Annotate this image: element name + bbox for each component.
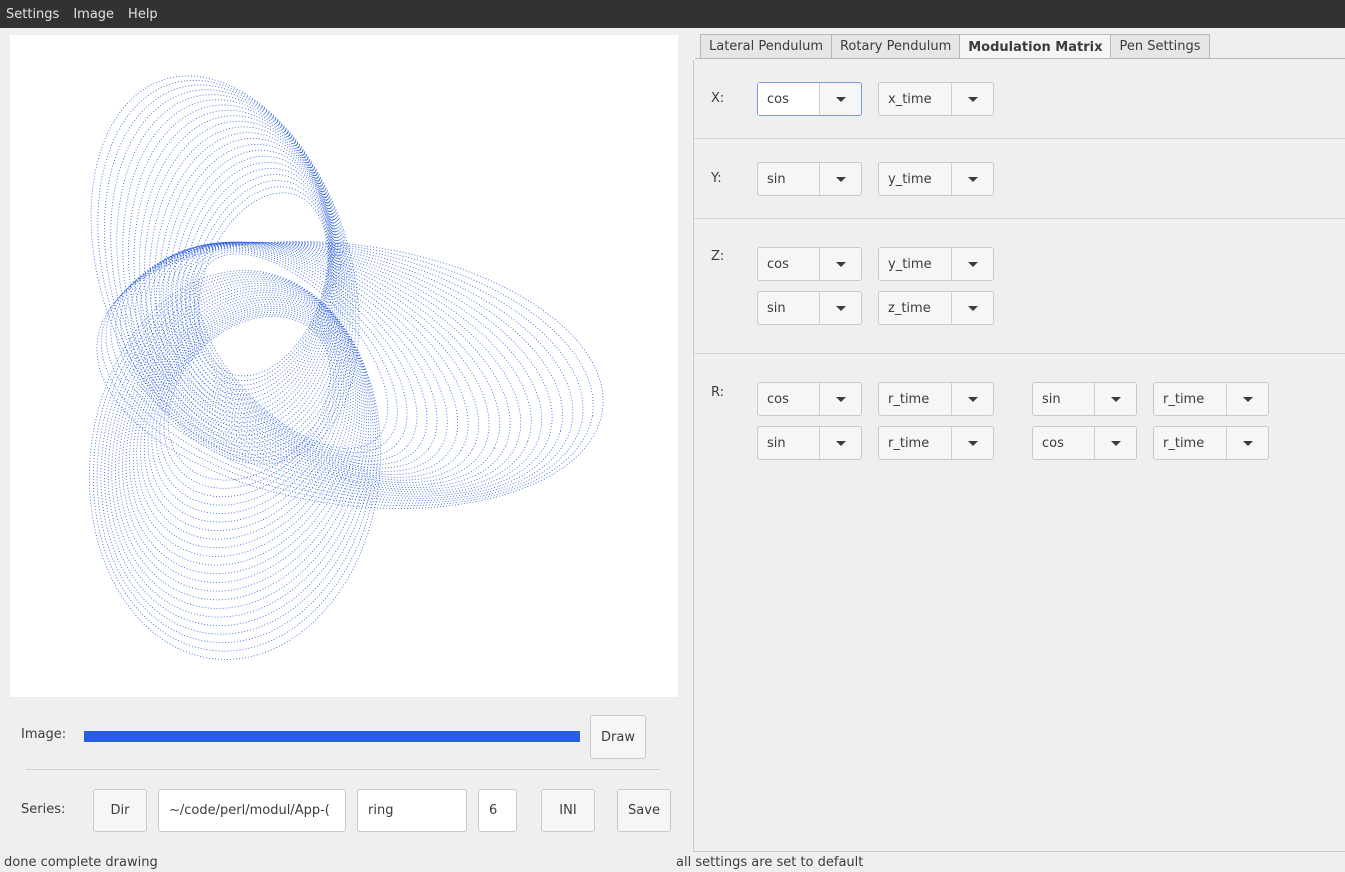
z-variable-value-2: z_time [879, 292, 952, 324]
r-function-value-3: sin [758, 427, 820, 459]
menu-image[interactable]: Image [73, 7, 114, 22]
r-variable-value-4: r_time [1154, 427, 1227, 459]
chevron-down-icon [952, 427, 993, 459]
chevron-down-icon [820, 163, 861, 195]
drawing-canvas[interactable] [10, 35, 678, 697]
x-function-select[interactable]: cos [757, 82, 862, 116]
chevron-down-icon [820, 292, 861, 324]
z-variable-value-1: y_time [879, 248, 952, 280]
row-separator [26, 769, 660, 770]
chevron-down-icon [952, 163, 993, 195]
tab-pen-settings[interactable]: Pen Settings [1110, 34, 1210, 58]
x-variable-select[interactable]: x_time [878, 82, 994, 116]
chevron-down-icon [820, 427, 861, 459]
series-row-label: Series: [21, 802, 66, 817]
x-function-value: cos [758, 83, 820, 115]
harmonograph-curve [88, 75, 604, 660]
dir-button[interactable]: Dir [93, 789, 147, 832]
settings-tabs: Lateral Pendulum Rotary Pendulum Modulat… [700, 34, 1210, 59]
x-label: X: [711, 91, 725, 106]
chevron-down-icon [952, 292, 993, 324]
r-function-select-2[interactable]: sin [1032, 382, 1137, 416]
z-function-select-1[interactable]: cos [757, 247, 862, 281]
chevron-down-icon [820, 248, 861, 280]
tab-rotary-pendulum[interactable]: Rotary Pendulum [830, 34, 961, 58]
z-variable-select-2[interactable]: z_time [878, 291, 994, 325]
y-variable-select[interactable]: y_time [878, 162, 994, 196]
r-variable-select-2[interactable]: r_time [1153, 382, 1269, 416]
chevron-down-icon [1227, 383, 1268, 415]
section-divider [694, 218, 1345, 219]
r-function-select-3[interactable]: sin [757, 426, 862, 460]
chevron-down-icon [952, 248, 993, 280]
r-function-select-4[interactable]: cos [1032, 426, 1137, 460]
draw-button[interactable]: Draw [590, 715, 646, 759]
save-button[interactable]: Save [617, 789, 671, 832]
status-left: done complete drawing [4, 855, 158, 870]
image-progress-bar [84, 731, 580, 742]
x-variable-value: x_time [879, 83, 952, 115]
z-function-value-2: sin [758, 292, 820, 324]
series-path-field[interactable]: ~/code/perl/modul/App-( [158, 789, 346, 832]
y-function-select[interactable]: sin [757, 162, 862, 196]
z-function-value-1: cos [758, 248, 820, 280]
y-label: Y: [711, 171, 722, 186]
status-right: all settings are set to default [676, 855, 864, 870]
r-variable-select-1[interactable]: r_time [878, 382, 994, 416]
menu-help[interactable]: Help [128, 7, 158, 22]
chevron-down-icon [820, 83, 861, 115]
section-divider [694, 353, 1345, 354]
r-variable-value-1: r_time [879, 383, 952, 415]
chevron-down-icon [1095, 383, 1136, 415]
r-label: R: [711, 385, 725, 400]
r-function-value-4: cos [1033, 427, 1095, 459]
modulation-matrix-panel: X: cos x_time Y: sin y_time Z: cos y_tim… [693, 60, 1345, 852]
series-number-field[interactable]: 6 [478, 789, 517, 832]
y-function-value: sin [758, 163, 820, 195]
r-variable-select-3[interactable]: r_time [878, 426, 994, 460]
series-name-field[interactable]: ring [357, 789, 467, 832]
ini-button[interactable]: INI [541, 789, 595, 832]
chevron-down-icon [952, 383, 993, 415]
chevron-down-icon [820, 383, 861, 415]
tab-baseline [695, 58, 1345, 59]
z-label: Z: [711, 249, 725, 264]
menu-settings[interactable]: Settings [6, 7, 59, 22]
r-variable-value-2: r_time [1154, 383, 1227, 415]
chevron-down-icon [1095, 427, 1136, 459]
chevron-down-icon [952, 83, 993, 115]
r-function-select-1[interactable]: cos [757, 382, 862, 416]
section-divider [694, 138, 1345, 139]
chevron-down-icon [1227, 427, 1268, 459]
image-row-label: Image: [21, 727, 67, 742]
y-variable-value: y_time [879, 163, 952, 195]
z-function-select-2[interactable]: sin [757, 291, 862, 325]
tab-modulation-matrix[interactable]: Modulation Matrix [959, 34, 1112, 59]
harmonograph-drawing [88, 75, 604, 660]
r-variable-value-3: r_time [879, 427, 952, 459]
z-variable-select-1[interactable]: y_time [878, 247, 994, 281]
image-progress-fill [84, 731, 580, 742]
tab-lateral-pendulum[interactable]: Lateral Pendulum [700, 34, 832, 58]
r-function-value-2: sin [1033, 383, 1095, 415]
r-function-value-1: cos [758, 383, 820, 415]
menu-bar: Settings Image Help [0, 0, 1345, 28]
r-variable-select-4[interactable]: r_time [1153, 426, 1269, 460]
